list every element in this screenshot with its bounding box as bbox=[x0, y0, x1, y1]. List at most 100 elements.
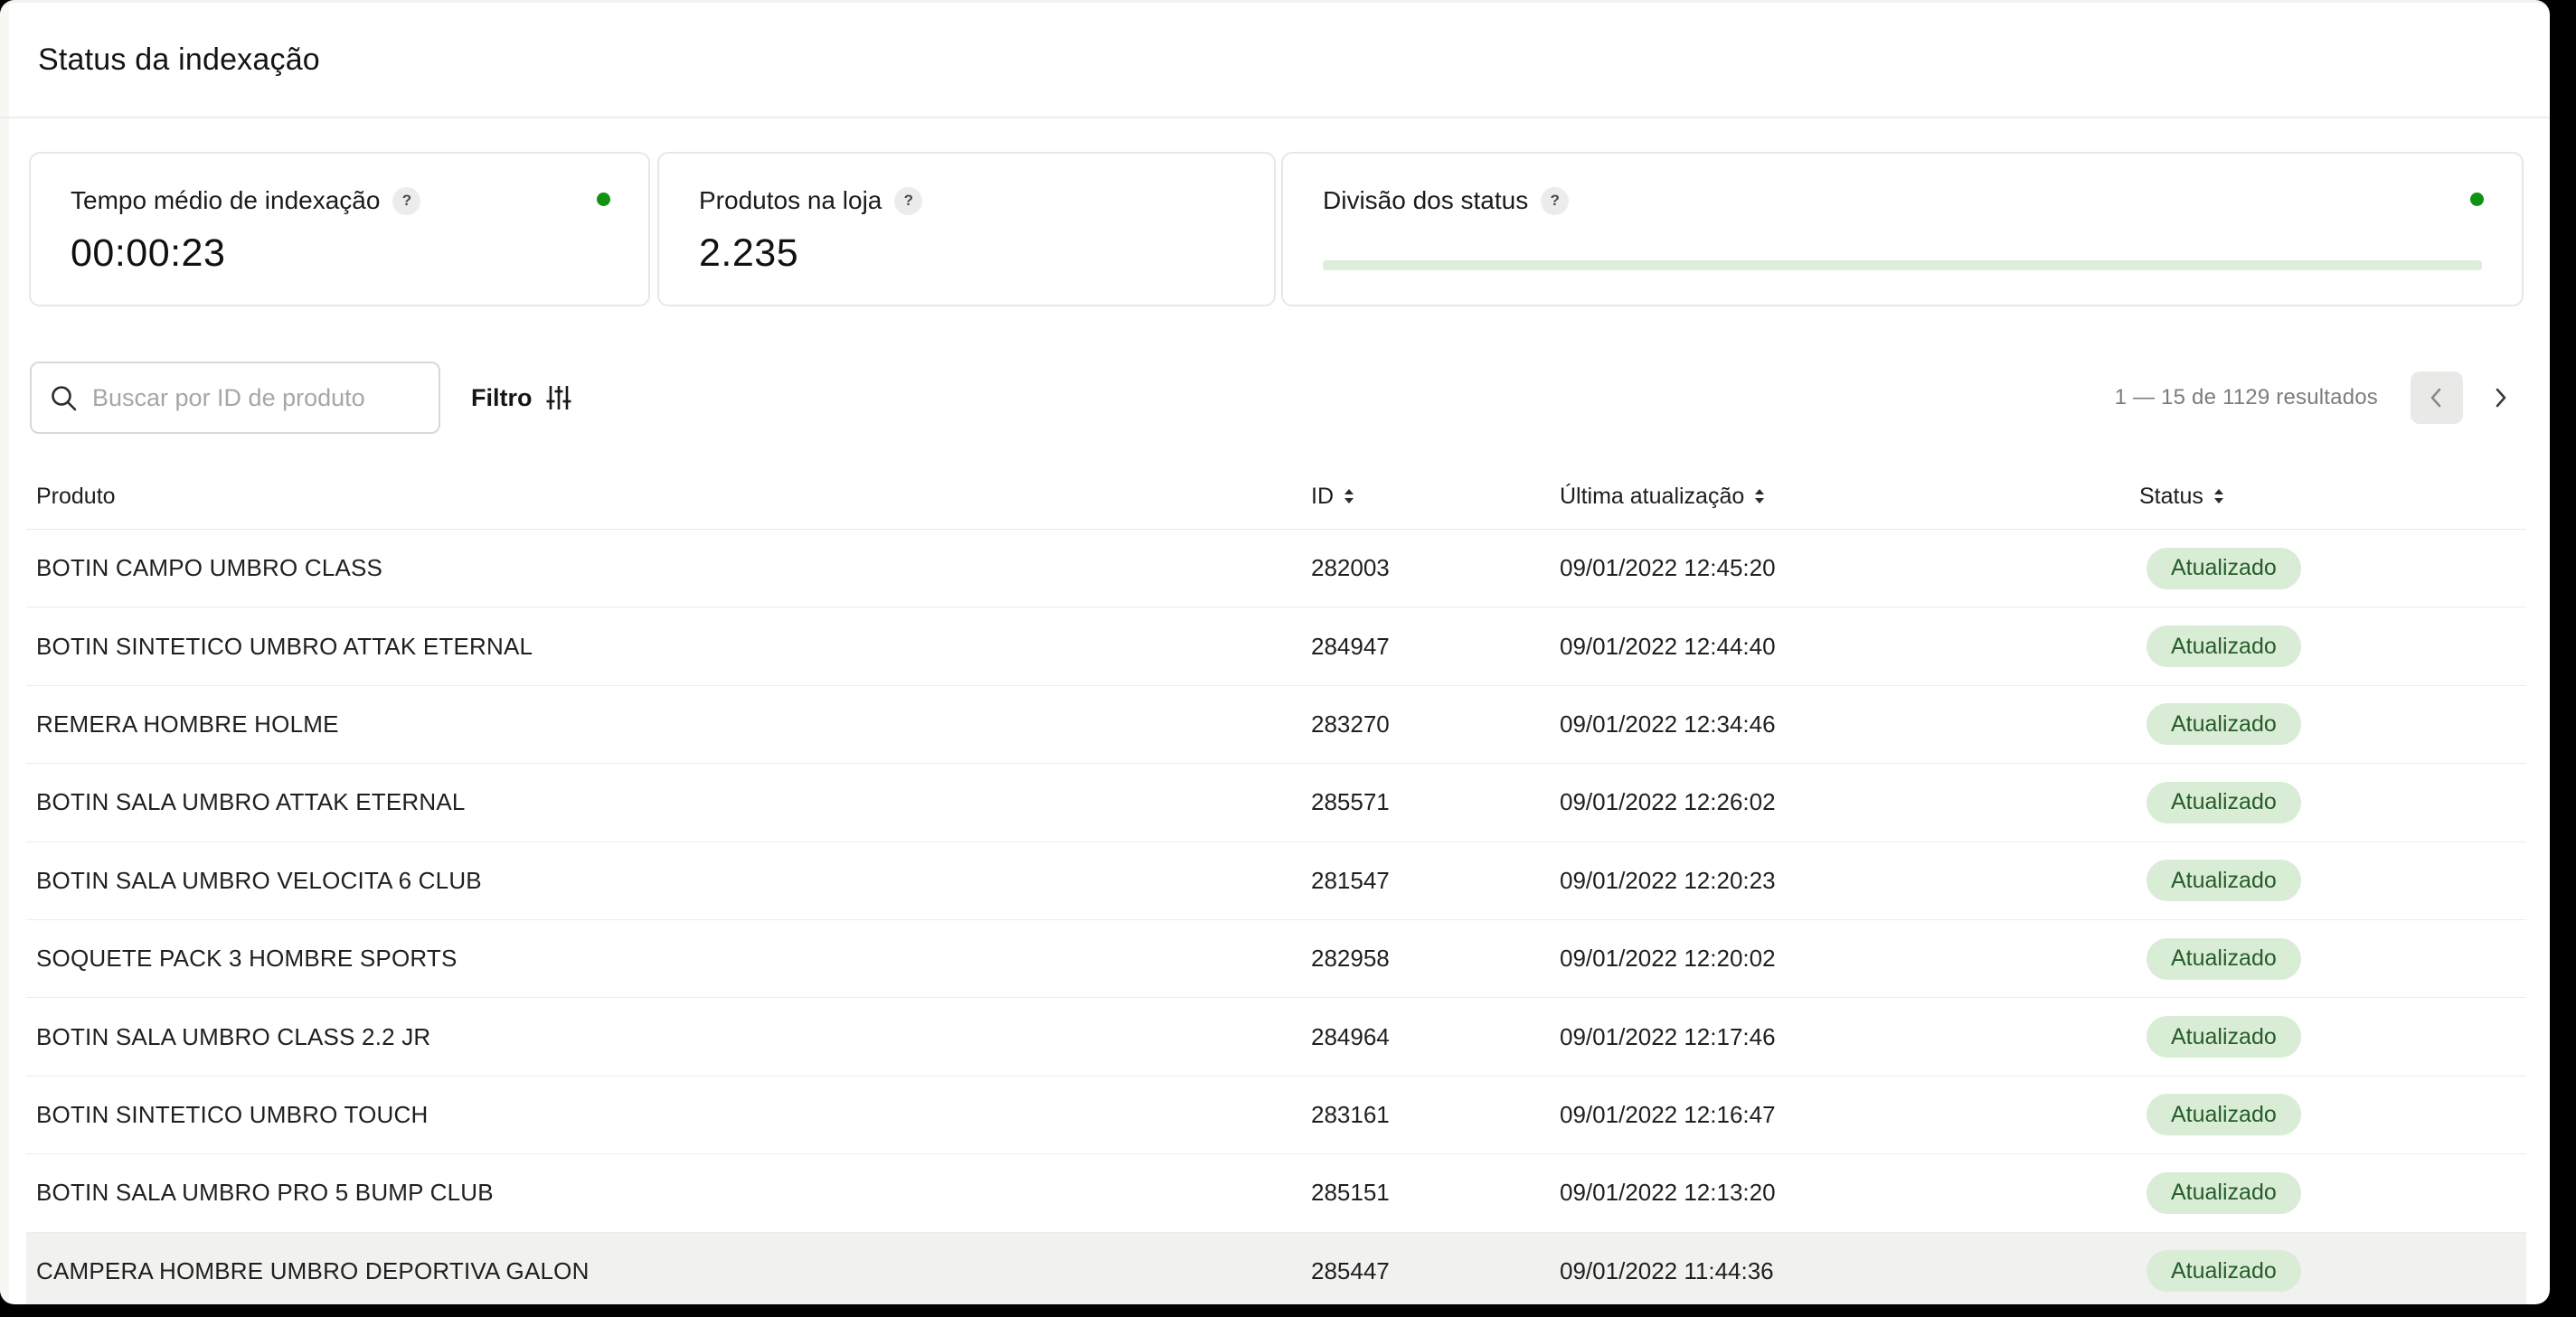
last-update-cell: 09/01/2022 12:20:23 bbox=[1560, 867, 2139, 895]
product-id-cell: 284947 bbox=[1311, 633, 1560, 661]
product-id-cell: 285571 bbox=[1311, 788, 1560, 816]
status-cell: Atualizado bbox=[2139, 1094, 2526, 1135]
status-cell: Atualizado bbox=[2139, 938, 2526, 980]
product-name-cell: BOTIN SALA UMBRO CLASS 2.2 JR bbox=[26, 1023, 1311, 1051]
screenshot-root: Status da indexação Tempo médio de index… bbox=[0, 0, 2576, 1317]
status-cell: Atualizado bbox=[2139, 548, 2526, 589]
status-cell: Atualizado bbox=[2139, 782, 2526, 823]
table-row[interactable]: CAMPERA HOMBRE UMBRO DEPORTIVA GALON 285… bbox=[26, 1233, 2526, 1304]
table-row[interactable]: BOTIN SALA UMBRO CLASS 2.2 JR 284964 09/… bbox=[26, 998, 2526, 1076]
product-name-cell: BOTIN SALA UMBRO PRO 5 BUMP CLUB bbox=[26, 1179, 1311, 1207]
card-label: Divisão dos status bbox=[1323, 186, 1528, 215]
status-cell: Atualizado bbox=[2139, 1250, 2526, 1292]
help-icon[interactable]: ? bbox=[392, 187, 420, 215]
table-row[interactable]: REMERA HOMBRE HOLME 283270 09/01/2022 12… bbox=[26, 686, 2526, 764]
status-badge: Atualizado bbox=[2147, 860, 2301, 901]
filter-button[interactable]: Filtro bbox=[471, 362, 573, 434]
chevron-right-icon bbox=[2486, 383, 2515, 412]
column-header-ultima-atualizacao[interactable]: Última atualização bbox=[1560, 484, 2139, 510]
last-update-cell: 09/01/2022 11:44:36 bbox=[1560, 1257, 2139, 1285]
table-header-row: Produto ID Última atualização Status bbox=[26, 464, 2526, 530]
product-name-cell: SOQUETE PACK 3 HOMBRE SPORTS bbox=[26, 945, 1311, 973]
card-value: 2.235 bbox=[699, 231, 798, 276]
product-name-cell: BOTIN SINTETICO UMBRO TOUCH bbox=[26, 1101, 1311, 1129]
sort-icon[interactable] bbox=[1345, 489, 1354, 503]
card-value: 00:00:23 bbox=[71, 231, 225, 276]
search-input[interactable] bbox=[90, 383, 401, 413]
products-table: Produto ID Última atualização Status BOT… bbox=[26, 464, 2526, 1304]
status-ok-dot-icon bbox=[597, 193, 610, 206]
status-ok-dot-icon bbox=[2470, 193, 2484, 206]
screen-right-black-border bbox=[2550, 0, 2576, 1317]
status-badge: Atualizado bbox=[2147, 1250, 2301, 1292]
product-name-cell: BOTIN CAMPO UMBRO CLASS bbox=[26, 554, 1311, 582]
search-box[interactable] bbox=[30, 362, 440, 434]
app-window: Status da indexação Tempo médio de index… bbox=[0, 0, 2550, 1304]
card-status-division: Divisão dos status ? bbox=[1281, 152, 2524, 306]
card-label: Tempo médio de indexação bbox=[71, 186, 380, 215]
status-badge: Atualizado bbox=[2147, 1016, 2301, 1058]
product-id-cell: 285151 bbox=[1311, 1179, 1560, 1207]
left-edge-strip bbox=[0, 3, 9, 1304]
column-header-status[interactable]: Status bbox=[2139, 484, 2526, 510]
sort-icon[interactable] bbox=[2214, 489, 2223, 503]
status-badge: Atualizado bbox=[2147, 548, 2301, 589]
product-id-cell: 284964 bbox=[1311, 1023, 1560, 1051]
product-name-cell: REMERA HOMBRE HOLME bbox=[26, 710, 1311, 738]
product-id-cell: 283161 bbox=[1311, 1101, 1560, 1129]
last-update-cell: 09/01/2022 12:45:20 bbox=[1560, 554, 2139, 582]
product-name-cell: CAMPERA HOMBRE UMBRO DEPORTIVA GALON bbox=[26, 1257, 1311, 1285]
table-row[interactable]: BOTIN SALA UMBRO VELOCITA 6 CLUB 281547 … bbox=[26, 842, 2526, 920]
card-label: Produtos na loja bbox=[699, 186, 882, 215]
status-cell: Atualizado bbox=[2139, 1016, 2526, 1058]
last-update-cell: 09/01/2022 12:17:46 bbox=[1560, 1023, 2139, 1051]
page-title: Status da indexação bbox=[38, 3, 320, 117]
table-row[interactable]: BOTIN SALA UMBRO PRO 5 BUMP CLUB 285151 … bbox=[26, 1154, 2526, 1232]
column-header-id[interactable]: ID bbox=[1311, 484, 1560, 510]
product-id-cell: 282958 bbox=[1311, 945, 1560, 973]
pagination: 1 — 15 de 1129 resultados bbox=[2115, 362, 2526, 434]
status-cell: Atualizado bbox=[2139, 1172, 2526, 1214]
product-id-cell: 285447 bbox=[1311, 1257, 1560, 1285]
status-division-bar bbox=[1323, 260, 2482, 270]
filter-label: Filtro bbox=[471, 384, 533, 412]
last-update-cell: 09/01/2022 12:34:46 bbox=[1560, 710, 2139, 738]
help-icon[interactable]: ? bbox=[894, 187, 922, 215]
product-id-cell: 281547 bbox=[1311, 867, 1560, 895]
last-update-cell: 09/01/2022 12:44:40 bbox=[1560, 633, 2139, 661]
pagination-range-label: 1 — 15 de 1129 resultados bbox=[2115, 385, 2378, 410]
sort-icon[interactable] bbox=[1755, 489, 1764, 503]
pagination-next-button[interactable] bbox=[2474, 372, 2526, 424]
last-update-cell: 09/01/2022 12:13:20 bbox=[1560, 1179, 2139, 1207]
product-id-cell: 283270 bbox=[1311, 710, 1560, 738]
status-cell: Atualizado bbox=[2139, 860, 2526, 901]
product-name-cell: BOTIN SALA UMBRO ATTAK ETERNAL bbox=[26, 788, 1311, 816]
search-icon bbox=[50, 384, 78, 412]
status-badge: Atualizado bbox=[2147, 626, 2301, 667]
help-icon[interactable]: ? bbox=[1541, 187, 1569, 215]
product-id-cell: 282003 bbox=[1311, 554, 1560, 582]
card-products-in-store: Produtos na loja ? 2.235 bbox=[657, 152, 1276, 306]
status-badge: Atualizado bbox=[2147, 938, 2301, 980]
table-row[interactable]: BOTIN SALA UMBRO ATTAK ETERNAL 285571 09… bbox=[26, 764, 2526, 842]
status-badge: Atualizado bbox=[2147, 1172, 2301, 1214]
pagination-prev-button[interactable] bbox=[2411, 372, 2463, 424]
table-body: BOTIN CAMPO UMBRO CLASS 282003 09/01/202… bbox=[26, 530, 2526, 1304]
page-header: Status da indexação bbox=[0, 3, 2550, 118]
screen-bottom-black-border bbox=[0, 1304, 2576, 1317]
chevron-left-icon bbox=[2422, 383, 2451, 412]
table-row[interactable]: BOTIN SINTETICO UMBRO TOUCH 283161 09/01… bbox=[26, 1077, 2526, 1154]
column-header-produto: Produto bbox=[26, 484, 1311, 510]
last-update-cell: 09/01/2022 12:26:02 bbox=[1560, 788, 2139, 816]
product-name-cell: BOTIN SALA UMBRO VELOCITA 6 CLUB bbox=[26, 867, 1311, 895]
filter-sliders-icon bbox=[544, 383, 573, 412]
table-row[interactable]: BOTIN CAMPO UMBRO CLASS 282003 09/01/202… bbox=[26, 530, 2526, 607]
product-name-cell: BOTIN SINTETICO UMBRO ATTAK ETERNAL bbox=[26, 633, 1311, 661]
status-cell: Atualizado bbox=[2139, 703, 2526, 745]
status-badge: Atualizado bbox=[2147, 782, 2301, 823]
table-row[interactable]: BOTIN SINTETICO UMBRO ATTAK ETERNAL 2849… bbox=[26, 607, 2526, 685]
card-average-indexing-time: Tempo médio de indexação ? 00:00:23 bbox=[29, 152, 650, 306]
status-badge: Atualizado bbox=[2147, 1094, 2301, 1135]
status-cell: Atualizado bbox=[2139, 626, 2526, 667]
table-row[interactable]: SOQUETE PACK 3 HOMBRE SPORTS 282958 09/0… bbox=[26, 920, 2526, 998]
